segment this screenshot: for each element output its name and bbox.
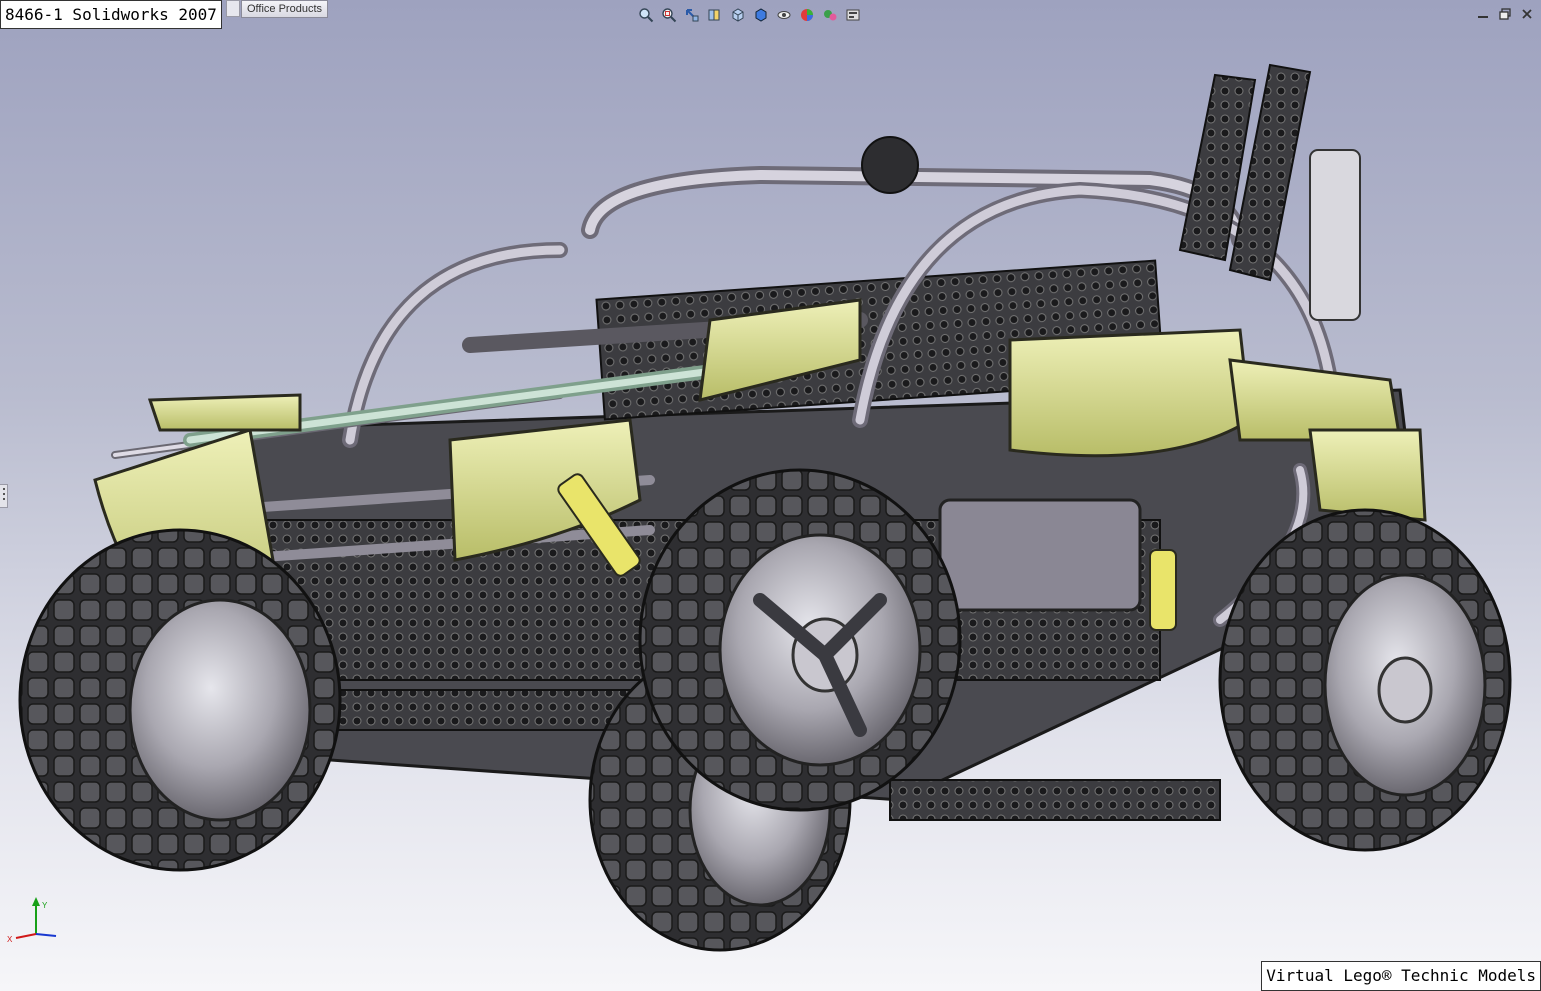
graphics-area[interactable]	[0, 0, 1541, 991]
apply-scene-icon[interactable]	[820, 5, 840, 25]
previous-view-icon[interactable]	[682, 5, 702, 25]
display-style-icon[interactable]	[751, 5, 771, 25]
tab-stub[interactable]	[226, 0, 240, 17]
heads-up-view-toolbar	[636, 5, 863, 25]
hide-show-items-icon[interactable]	[774, 5, 794, 25]
zoom-to-area-icon[interactable]	[659, 5, 679, 25]
zoom-to-fit-icon[interactable]	[636, 5, 656, 25]
view-settings-icon[interactable]	[843, 5, 863, 25]
minimize-icon[interactable]	[1475, 6, 1491, 22]
engine-block	[938, 498, 1142, 612]
triad-y-label: Y	[42, 901, 48, 910]
wheel-rear-left	[18, 528, 342, 872]
window-title: 8466-1 Solidworks 2007	[0, 0, 222, 29]
view-orientation-icon[interactable]	[728, 5, 748, 25]
triad-x-label: X	[7, 935, 13, 944]
tab-office-products[interactable]: Office Products	[241, 0, 328, 18]
section-view-icon[interactable]	[705, 5, 725, 25]
edit-appearance-icon[interactable]	[797, 5, 817, 25]
wheel-front-left	[638, 468, 962, 812]
restore-icon[interactable]	[1497, 6, 1513, 22]
panel-resize-handle[interactable]	[0, 484, 8, 508]
watermark: Virtual Lego® Technic Models	[1261, 961, 1541, 991]
close-icon[interactable]	[1519, 6, 1535, 22]
window-controls	[1475, 6, 1535, 22]
reference-triad: Y X	[7, 897, 57, 944]
lego-buggy-model[interactable]	[0, 0, 1541, 991]
wheel-front-right	[1218, 508, 1512, 852]
